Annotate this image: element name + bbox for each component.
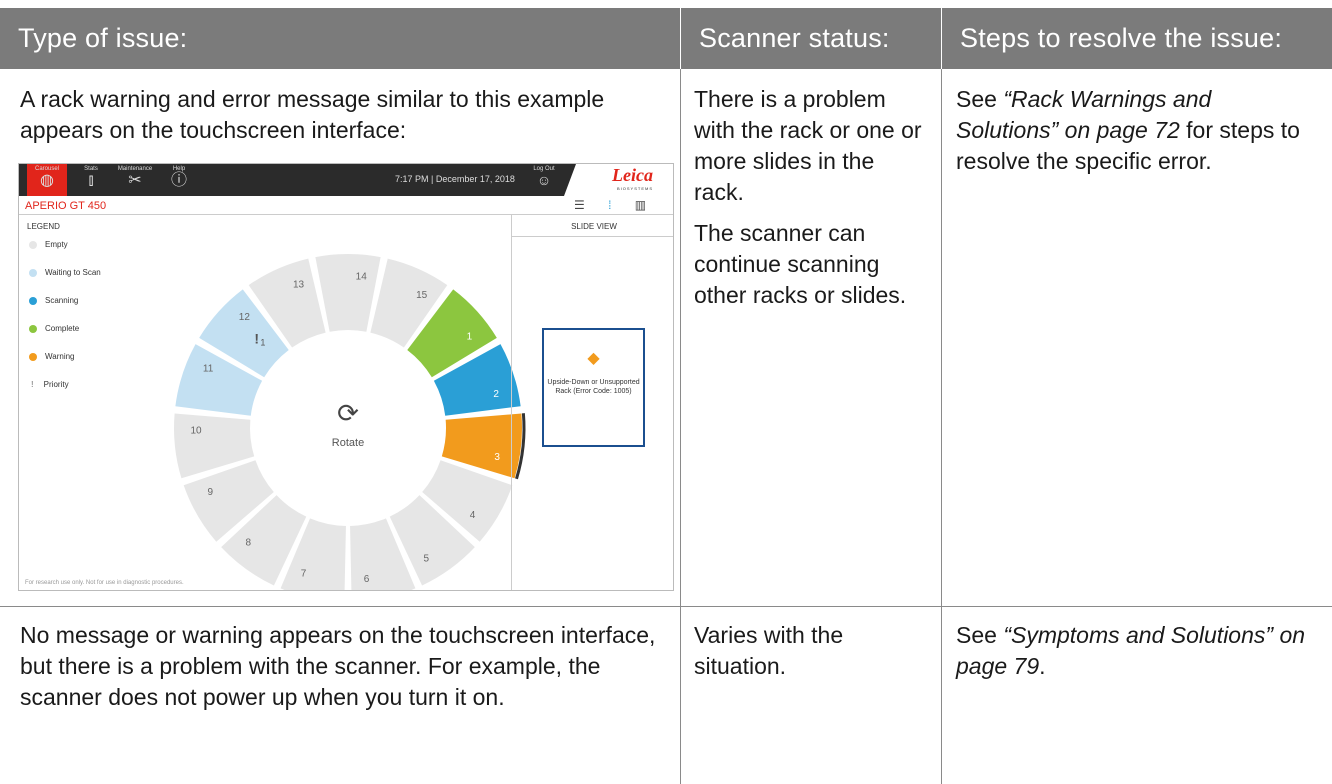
rack-number-13: 13 [293, 279, 305, 290]
row1-issue-text: A rack warning and error message similar… [20, 86, 605, 143]
steps-prefix: See [956, 622, 1004, 648]
row-divider [0, 606, 1332, 607]
header-scanner-status: Scanner status: [681, 8, 941, 69]
row1-status-p2: The scanner can continue scanning other … [694, 220, 907, 308]
row2-issue-text: No message or warning appears on the tou… [20, 622, 656, 710]
rack-number-15: 15 [416, 290, 428, 301]
header-type-of-issue: Type of issue: [0, 8, 680, 69]
rotate-label[interactable]: Rotate [332, 437, 364, 449]
rack-error-box: ◆ Upside-Down or Unsupported Rack (Error… [542, 328, 645, 447]
row1-status: There is a problem with the rack or one … [694, 84, 926, 321]
rack-number-14: 14 [356, 272, 368, 283]
slide-view-title: SLIDE VIEW [512, 215, 673, 237]
row2-status: Varies with the situation. [694, 622, 844, 679]
symptoms-link[interactable]: “Symptoms and Solutions” on page 79 [956, 622, 1305, 679]
rack-number-3: 3 [494, 452, 500, 463]
priority-icon: ! [254, 331, 259, 347]
rack-number-6: 6 [364, 574, 370, 585]
rack-number-8: 8 [245, 538, 251, 549]
priority-number: 1 [260, 338, 265, 348]
rack-segment-14[interactable] [315, 254, 381, 332]
steps-prefix: See [956, 86, 1004, 112]
row2-steps: See “Symptoms and Solutions” on page 79. [956, 620, 1316, 682]
row1-status-p1: There is a problem with the rack or one … [694, 86, 922, 205]
footer-disclaimer: For research use only. Not for use in di… [25, 580, 184, 586]
rack-number-1: 1 [467, 332, 473, 343]
rack-number-12: 12 [239, 312, 251, 323]
row1-steps: See “Rack Warnings and Solutions” on pag… [956, 84, 1316, 177]
rack-number-4: 4 [470, 510, 476, 521]
rack-number-5: 5 [424, 553, 430, 564]
column-divider [680, 69, 681, 784]
rotate-icon[interactable]: ⟳ [337, 399, 359, 429]
rack-number-10: 10 [190, 426, 202, 437]
slide-view-panel: SLIDE VIEW ◆ Upside-Down or Unsupported … [511, 215, 673, 590]
column-divider [941, 69, 942, 784]
rack-number-7: 7 [301, 568, 307, 579]
steps-suffix: . [1039, 653, 1046, 679]
rack-number-2: 2 [493, 389, 499, 400]
error-text: Upside-Down or Unsupported Rack (Error C… [547, 379, 640, 395]
rack-number-9: 9 [207, 487, 213, 498]
touchscreen-example: Carousel ◍ Stats ⫾ Maintenance ✂ Help ⓘ 7:17 PM… [18, 163, 674, 591]
header-steps: Steps to resolve the issue: [942, 8, 1332, 69]
warning-icon: ◆ [587, 350, 600, 367]
rack-number-11: 11 [203, 364, 214, 375]
